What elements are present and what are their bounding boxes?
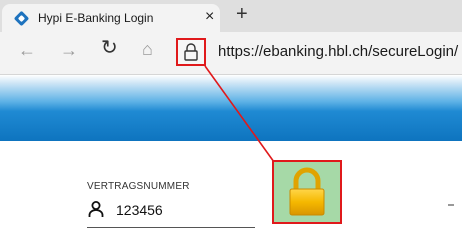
contract-number-underline [87,227,255,228]
zoomed-lock-callout [272,160,342,224]
user-icon [88,201,104,217]
callout-connector [204,65,275,163]
contract-number-label: VERTRAGSNUMMER [87,181,190,192]
zoomed-lock-icon [289,167,325,216]
page-edge-mark [448,204,454,206]
contract-number-input[interactable]: 123456 [116,202,163,218]
